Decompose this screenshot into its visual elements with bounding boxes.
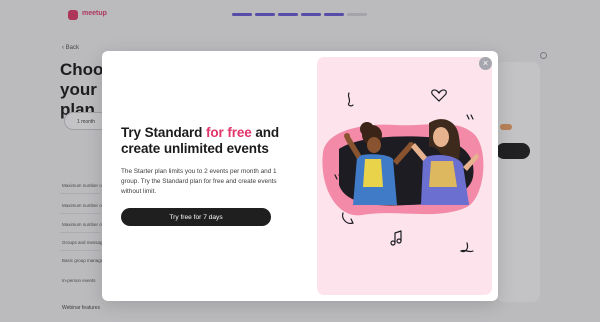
heart-icon: [431, 89, 447, 102]
modal-description: The Starter plan limits you to 2 events …: [121, 168, 277, 195]
modal-title: Try Standard for free and create unlimit…: [121, 125, 280, 156]
close-icon[interactable]: ×: [479, 57, 492, 70]
promo-illustration: [317, 57, 492, 295]
music-note-icon: [394, 230, 402, 244]
phone-icon: [342, 212, 354, 224]
music-note-icon: [459, 242, 474, 253]
try-free-button[interactable]: Try free for 7 days: [121, 208, 271, 226]
upgrade-modal: Try Standard for free and create unlimit…: [102, 51, 498, 301]
dancing-people-illustration: [322, 89, 484, 253]
title-highlight: for free: [205, 125, 252, 140]
music-note-icon: [347, 92, 354, 107]
modal-content: Try Standard for free and create unlimit…: [121, 125, 291, 197]
